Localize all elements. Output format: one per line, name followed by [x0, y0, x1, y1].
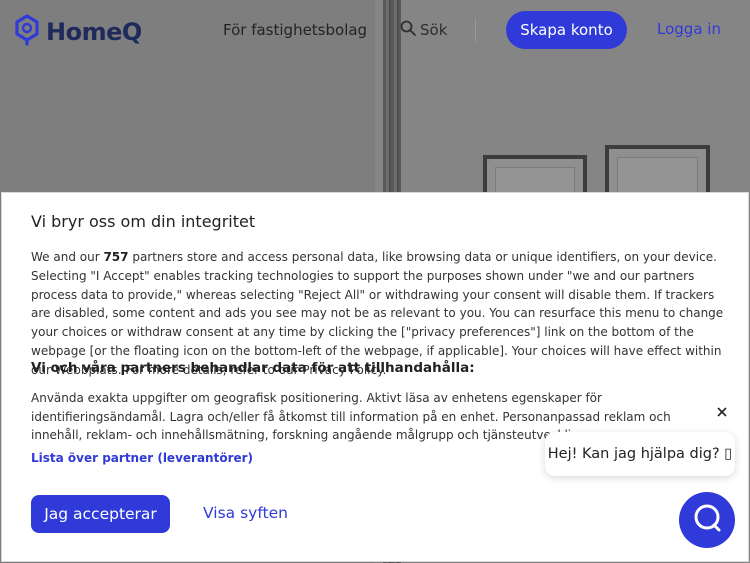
accept-button[interactable]: Jag accepterar	[31, 495, 170, 533]
close-icon	[717, 402, 727, 421]
homeq-logo-icon	[14, 14, 40, 50]
consent-subtitle: Vi och våra partners behandlar data för …	[31, 360, 475, 376]
login-link[interactable]: Logga in	[657, 20, 721, 38]
chat-launcher-button[interactable]	[679, 492, 735, 548]
chat-greeting-bubble[interactable]: Hej! Kan jag hjälpa dig? ▯	[545, 432, 735, 476]
nav-link-property-companies[interactable]: För fastighetsbolag	[223, 21, 367, 39]
search-icon	[400, 20, 416, 40]
header-divider	[475, 18, 476, 42]
partner-count: 757	[103, 250, 129, 264]
show-purposes-button[interactable]: Visa syften	[203, 504, 288, 522]
search-button[interactable]: Sök	[400, 20, 447, 40]
cookie-consent-dialog: Vi bryr oss om din integritet We and our…	[1, 192, 749, 562]
signup-button[interactable]: Skapa konto	[506, 11, 627, 49]
search-label: Sök	[420, 21, 448, 39]
partners-list-link[interactable]: Lista över partner (leverantörer)	[31, 451, 253, 465]
site-header: HomeQ För fastighetsbolag Sök Skapa kont…	[0, 0, 750, 62]
brand-name: HomeQ	[46, 18, 142, 46]
chat-icon	[692, 503, 722, 537]
chat-close-button[interactable]	[712, 401, 732, 421]
logo[interactable]: HomeQ	[14, 14, 142, 50]
consent-title: Vi bryr oss om din integritet	[31, 212, 256, 231]
